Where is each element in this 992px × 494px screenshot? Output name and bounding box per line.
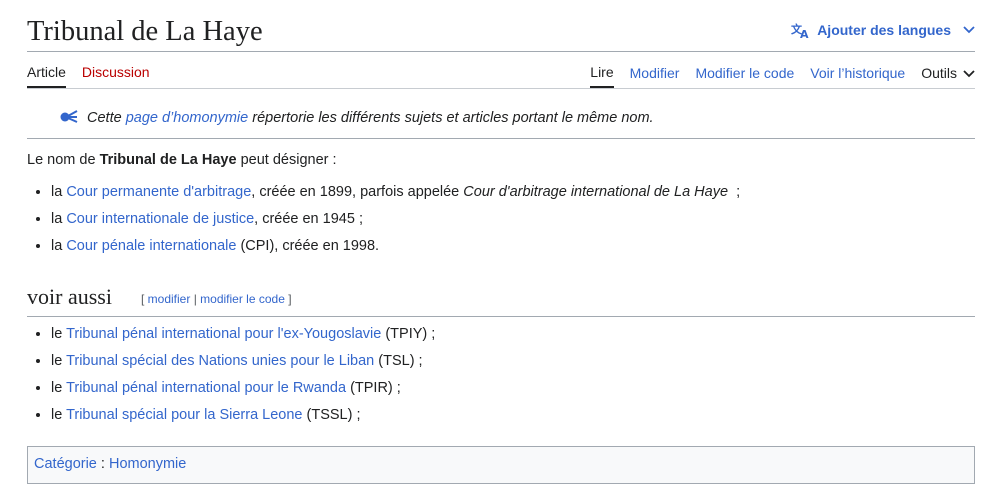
list-item: le Tribunal spécial des Nations unies po… — [51, 351, 975, 372]
section-edit-links: [ modifier | modifier le code ] — [141, 292, 292, 306]
item-prefix: le — [51, 353, 67, 369]
item-link[interactable]: Tribunal spécial pour la Sierra Leone — [66, 407, 302, 423]
page-tabs: Article Discussion Lire Modifier Modifie… — [27, 52, 975, 89]
meanings-list: la Cour permanente d'arbitrage, créée en… — [27, 182, 975, 257]
section-edit-link[interactable]: modifier — [148, 292, 191, 306]
hatnote-suffix: répertorie les différents sujets et arti… — [248, 110, 654, 126]
item-text: , créée en 1899, parfois appelée — [251, 184, 464, 200]
list-item: la Cour permanente d'arbitrage, créée en… — [51, 182, 975, 203]
item-link[interactable]: Cour permanente d'arbitrage — [66, 184, 251, 200]
list-item: le Tribunal pénal international pour l'e… — [51, 324, 975, 345]
category-separator: : — [96, 456, 109, 472]
item-link[interactable]: Tribunal pénal international pour le Rwa… — [66, 380, 346, 396]
section-edit-source-link[interactable]: modifier le code — [200, 292, 285, 306]
item-prefix: la — [51, 211, 67, 227]
section-title: voir aussi — [27, 284, 112, 309]
item-suffix: , créée en 1945 ; — [254, 211, 363, 227]
tools-label: Outils — [921, 65, 957, 81]
item-italic: Cour d'arbitrage international de La Hay… — [463, 184, 729, 200]
edit-bracket-close: ] — [284, 292, 292, 306]
intro-paragraph: Le nom de Tribunal de La Haye peut désig… — [27, 150, 975, 170]
tools-menu[interactable]: Outils — [921, 65, 975, 87]
disambiguation-icon — [59, 109, 79, 127]
section-see-also: voir aussi [ modifier | modifier le code… — [27, 283, 975, 317]
tab-history[interactable]: Voir l’historique — [810, 65, 905, 87]
category-label-link[interactable]: Catégorie — [34, 456, 97, 472]
list-item: le Tribunal pénal international pour le … — [51, 378, 975, 399]
item-prefix: le — [51, 380, 67, 396]
item-suffix: (TSSL) ; — [302, 407, 361, 423]
translate-icon: 文 A — [791, 21, 811, 39]
article-body: Le nom de Tribunal de La Haye peut désig… — [27, 150, 975, 263]
item-suffix: ; — [728, 184, 741, 200]
svg-text:A: A — [800, 28, 809, 39]
see-also-list-wrapper: le Tribunal pénal international pour l'e… — [27, 324, 975, 432]
item-suffix: (TPIY) ; — [381, 326, 436, 342]
list-item: le Tribunal spécial pour la Sierra Leone… — [51, 405, 975, 426]
tab-edit-source[interactable]: Modifier le code — [695, 65, 794, 87]
tab-discussion[interactable]: Discussion — [82, 64, 150, 88]
item-suffix: (TSL) ; — [374, 353, 423, 369]
edit-bracket-open: [ — [141, 292, 148, 306]
hatnote-link[interactable]: page d’homonymie — [126, 110, 249, 126]
see-also-list: le Tribunal pénal international pour l'e… — [27, 324, 975, 426]
page-title: Tribunal de La Haye — [27, 16, 263, 47]
intro-suffix: peut désigner : — [236, 152, 337, 168]
add-languages-label: Ajouter des langues — [817, 22, 951, 38]
intro-bold-term: Tribunal de La Haye — [99, 152, 237, 168]
item-prefix: le — [51, 326, 67, 342]
item-prefix: la — [51, 184, 67, 200]
page-header: Tribunal de La Haye 文 A Ajouter des lang… — [27, 10, 975, 52]
disambiguation-hatnote: Cette page d’homonymie répertorie les di… — [27, 100, 975, 139]
item-prefix: le — [51, 407, 67, 423]
edit-separator: | — [190, 292, 201, 306]
tab-read[interactable]: Lire — [590, 64, 614, 88]
category-links: Catégorie : Homonymie — [27, 446, 975, 484]
item-link[interactable]: Cour internationale de justice — [66, 211, 254, 227]
tab-article[interactable]: Article — [27, 64, 66, 88]
item-prefix: la — [51, 238, 67, 254]
item-link[interactable]: Cour pénale internationale — [66, 238, 236, 254]
intro-prefix: Le nom de — [27, 152, 100, 168]
list-item: la Cour internationale de justice, créée… — [51, 209, 975, 230]
tab-edit[interactable]: Modifier — [630, 65, 680, 87]
chevron-down-icon — [963, 65, 975, 81]
hatnote-prefix: Cette — [87, 110, 126, 126]
item-suffix: (TPIR) ; — [346, 380, 401, 396]
item-link[interactable]: Tribunal pénal international pour l'ex-Y… — [66, 326, 381, 342]
chevron-down-icon — [963, 26, 975, 34]
list-item: la Cour pénale internationale (CPI), cré… — [51, 236, 975, 257]
item-suffix: (CPI), créée en 1998. — [236, 238, 380, 254]
category-link[interactable]: Homonymie — [109, 456, 186, 472]
add-languages-button[interactable]: 文 A Ajouter des langues — [791, 21, 975, 39]
item-link[interactable]: Tribunal spécial des Nations unies pour … — [66, 353, 374, 369]
hatnote-text: Cette page d’homonymie répertorie les di… — [87, 110, 654, 126]
